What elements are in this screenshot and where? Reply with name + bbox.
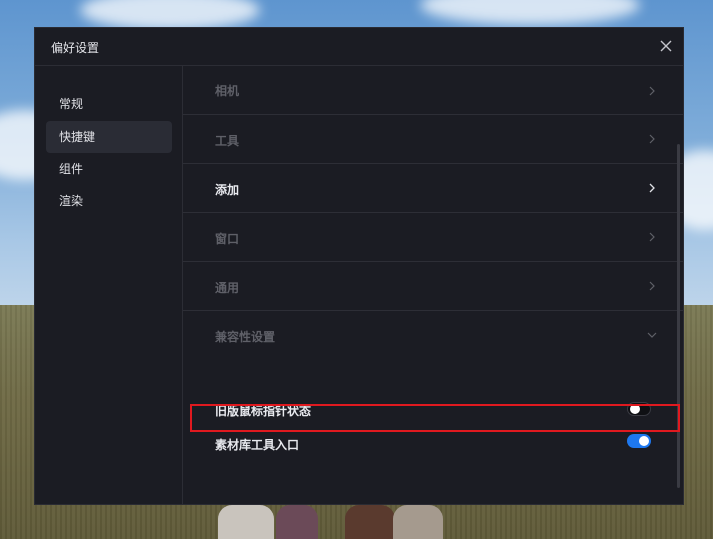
chevron-right-icon [646, 85, 658, 97]
section-label: 通用 [215, 281, 240, 295]
person-figure [345, 505, 395, 539]
section-add[interactable]: 添加 [183, 164, 683, 213]
chevron-right-icon [646, 133, 658, 145]
section-compatibility[interactable]: 兼容性设置 [183, 311, 683, 360]
sidebar-item-shortcuts[interactable]: 快捷键 [46, 121, 172, 153]
section-camera[interactable]: 相机 [183, 66, 683, 115]
dialog-title: 偏好设置 [51, 41, 100, 55]
person-figure [276, 505, 318, 539]
toggle-knob [639, 436, 649, 446]
section-label: 窗口 [215, 232, 240, 246]
toggle-knob [630, 404, 640, 414]
close-icon[interactable] [657, 37, 675, 55]
person-figure [218, 505, 274, 539]
chevron-right-icon [646, 280, 658, 292]
chevron-down-icon [646, 329, 658, 341]
close-icon-glyph [660, 40, 672, 52]
legacy-cursor-toggle[interactable] [627, 402, 651, 416]
section-label: 添加 [215, 183, 240, 197]
section-label: 工具 [215, 134, 240, 148]
sidebar-item-general[interactable]: 常规 [46, 88, 172, 120]
sidebar-item-rendering[interactable]: 渲染 [46, 185, 172, 217]
asset-library-toggle[interactable] [627, 434, 651, 448]
section-label: 兼容性设置 [215, 330, 276, 344]
scrollbar[interactable] [677, 144, 680, 488]
chevron-right-icon [646, 231, 658, 243]
shortcuts-panel: 相机 工具 添加 窗口 通用 兼容性设置 旧版鼠标指针状态 素材库工具入口 [183, 66, 683, 504]
section-common[interactable]: 通用 [183, 262, 683, 311]
preferences-dialog: 偏好设置 常规 快捷键 组件 渲染 相机 工具 添加 窗口 通用 兼容性设置 旧… [34, 27, 684, 505]
section-label: 相机 [215, 84, 240, 98]
toggle-label: 素材库工具入口 [215, 438, 300, 452]
section-window[interactable]: 窗口 [183, 213, 683, 262]
sidebar-item-components[interactable]: 组件 [46, 153, 172, 185]
toggle-label: 旧版鼠标指针状态 [215, 404, 312, 418]
preferences-sidebar: 常规 快捷键 组件 渲染 [35, 66, 183, 504]
person-figure [393, 505, 443, 539]
chevron-right-icon [646, 182, 658, 194]
section-tools[interactable]: 工具 [183, 115, 683, 164]
dialog-titlebar: 偏好设置 [35, 28, 683, 66]
toggle-row-legacy-cursor: 旧版鼠标指针状态 [183, 394, 683, 424]
toggle-row-asset-library: 素材库工具入口 [183, 428, 683, 458]
